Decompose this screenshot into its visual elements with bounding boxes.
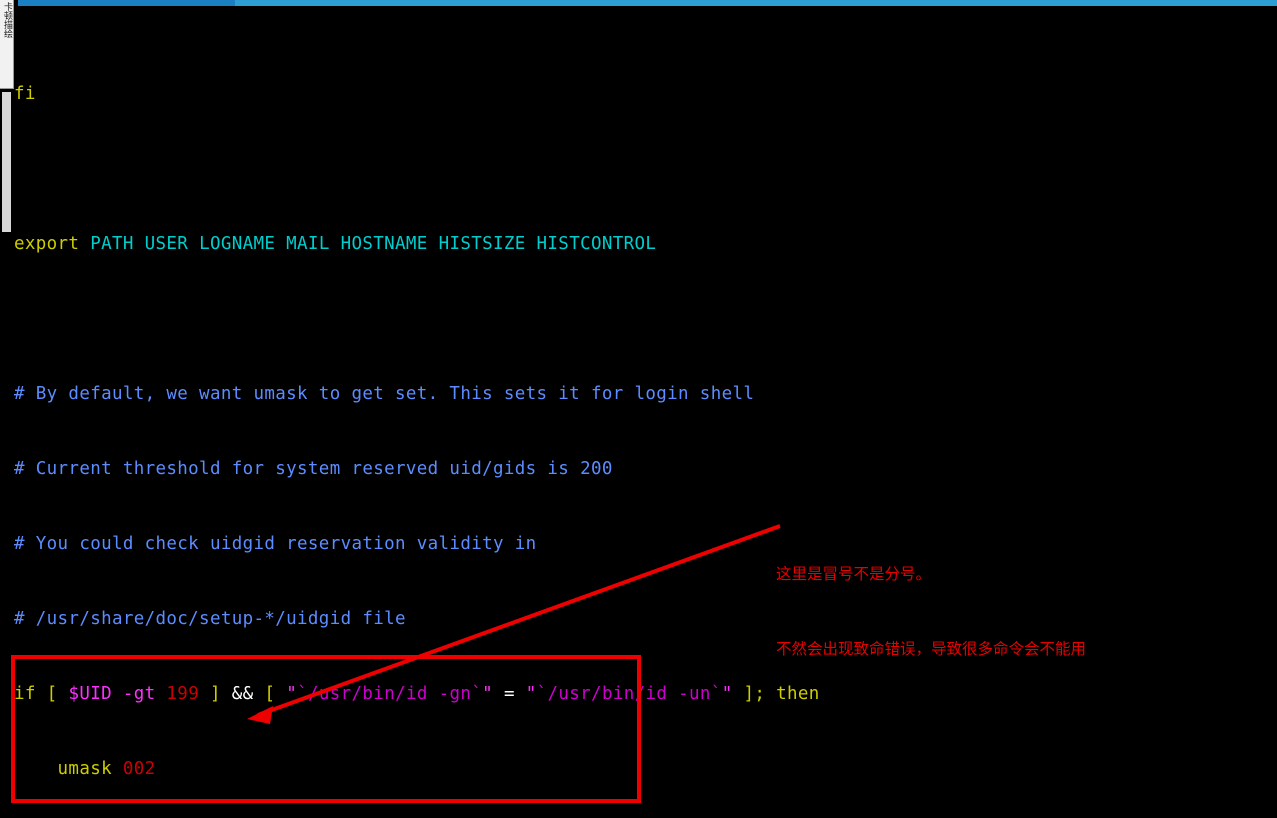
code-line: if [ $UID -gt 199 ] && [ "`/usr/bin/id -…	[14, 684, 820, 704]
window-title-bar	[0, 0, 1277, 7]
gutter-scrollbar[interactable]	[2, 92, 11, 232]
gutter-vertical-label: 卡顿描绘	[2, 2, 12, 38]
gutter-panel: 卡顿描绘	[0, 0, 14, 89]
title-bar-active-segment	[18, 0, 235, 6]
code-line: export PATH USER LOGNAME MAIL HOSTNAME H…	[14, 234, 657, 254]
code-line-comment: # /usr/share/doc/setup-*/uidgid file	[14, 609, 406, 629]
title-bar-inactive-segment	[235, 0, 1277, 6]
terminal-buffer[interactable]: fi export PATH USER LOGNAME MAIL HOSTNAM…	[14, 7, 1277, 818]
token-keyword: fi	[14, 84, 36, 104]
left-gutter: 卡顿描绘	[0, 0, 14, 818]
code-line-comment: # By default, we want umask to get set. …	[14, 384, 755, 404]
code-line: umask 002	[14, 759, 156, 779]
code-line-comment: # You could check uidgid reservation val…	[14, 534, 537, 554]
code-line: fi	[14, 82, 1277, 107]
vim-terminal-screenshot: 卡顿描绘 fi export PATH USER LOGNAME MAIL HO…	[0, 0, 1277, 818]
code-line-comment: # Current threshold for system reserved …	[14, 459, 613, 479]
